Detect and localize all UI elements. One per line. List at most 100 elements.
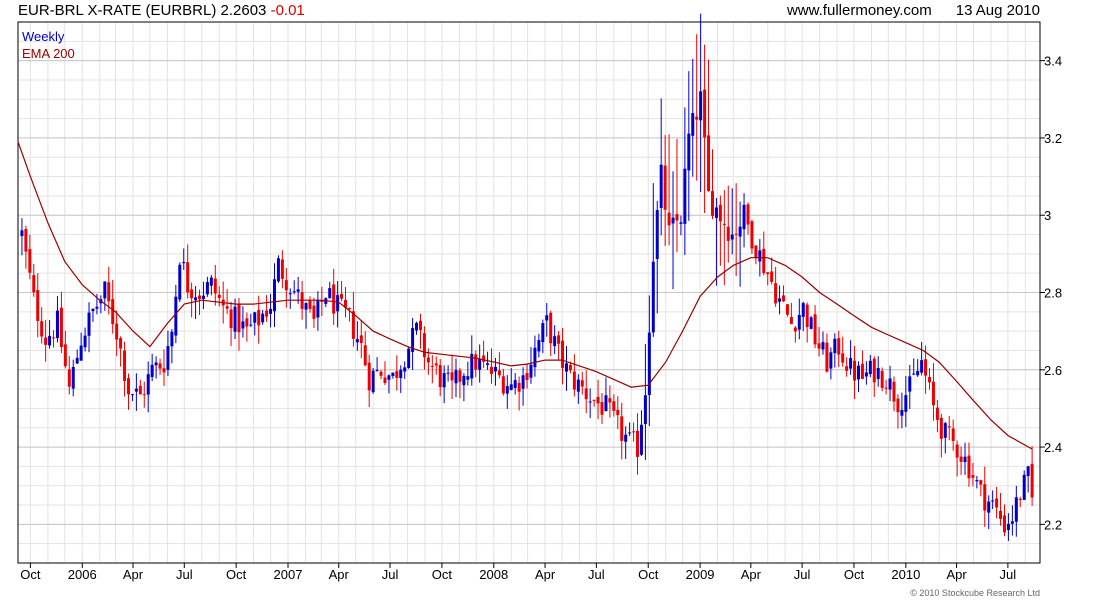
candle-body <box>928 377 932 383</box>
candle-body <box>967 455 971 479</box>
candle-body <box>632 431 636 433</box>
candle-body <box>782 295 786 302</box>
candle-body <box>829 352 833 369</box>
candle-body <box>924 359 928 376</box>
legend-ema: EMA 200 <box>22 46 75 61</box>
candle-body <box>44 337 48 345</box>
candle-body <box>395 371 399 378</box>
candle-body <box>868 360 872 375</box>
candle-body <box>509 384 513 390</box>
candle-body <box>237 303 241 333</box>
candle-body <box>241 321 245 329</box>
candle-body <box>505 386 509 394</box>
candle-body <box>134 388 138 392</box>
candle-body <box>272 279 276 312</box>
candle-body <box>801 303 805 317</box>
candle-body <box>403 367 407 372</box>
candle-body <box>288 293 292 295</box>
candle-body <box>864 372 868 377</box>
x-tick-label: 2006 <box>68 567 97 582</box>
candle-body <box>209 277 213 286</box>
candle-body <box>908 376 912 392</box>
candle-body <box>442 373 446 388</box>
candle-body <box>20 230 24 237</box>
candle-body <box>951 428 955 441</box>
candle-body <box>347 308 351 310</box>
candle-body <box>959 456 963 462</box>
candle-body <box>521 375 525 389</box>
candle-body <box>604 395 608 412</box>
candle-body <box>975 479 979 482</box>
candle-body <box>399 369 403 379</box>
candle-body <box>576 379 580 392</box>
candle-body <box>596 396 600 404</box>
candle-body <box>178 264 182 300</box>
candle-body <box>817 343 821 349</box>
candle-body <box>217 294 221 299</box>
x-tick-label: 2009 <box>686 567 715 582</box>
candle-body <box>422 333 426 358</box>
candle-body <box>391 372 395 377</box>
candle-body <box>201 295 205 299</box>
y-tick-label: 2.8 <box>1044 286 1062 301</box>
candle-body <box>931 381 935 406</box>
candle-body <box>707 135 711 191</box>
candle-body <box>703 89 707 138</box>
candle-body <box>162 368 166 373</box>
candle-body <box>856 365 860 380</box>
candle-body <box>111 299 115 325</box>
candle-body <box>612 401 616 411</box>
candle-body <box>71 366 75 389</box>
candle-body <box>628 432 632 434</box>
candle-body <box>995 498 999 508</box>
candle-body <box>714 207 718 218</box>
candle-body <box>280 259 284 279</box>
candle-body <box>501 376 505 394</box>
y-tick-label: 3 <box>1044 208 1051 223</box>
candle-body <box>659 164 663 208</box>
candle-body <box>95 306 99 309</box>
candle-body <box>1014 497 1018 522</box>
candle-body <box>257 309 261 326</box>
candle-body <box>860 363 864 379</box>
candle-body <box>746 204 750 225</box>
candle-body <box>513 380 517 388</box>
candle-body <box>1018 498 1022 500</box>
candle-body <box>778 298 782 302</box>
candle-body <box>379 371 383 376</box>
candle-body <box>892 381 896 402</box>
candle-body <box>572 371 576 390</box>
candle-body <box>837 338 841 355</box>
candle-body <box>916 370 920 376</box>
candle-body <box>912 373 916 375</box>
candle-body <box>430 365 434 367</box>
candle-body <box>497 370 501 376</box>
x-tick-label: Apr <box>329 567 350 582</box>
candle-body <box>265 310 269 317</box>
candle-body <box>103 281 107 299</box>
y-tick-label: 3.4 <box>1044 54 1062 69</box>
candle-body <box>884 387 888 389</box>
candle-body <box>205 282 209 295</box>
candle-body <box>332 284 336 314</box>
candle-body <box>955 444 959 458</box>
candle-body <box>1026 466 1030 477</box>
candle-body <box>770 271 774 282</box>
candle-body <box>557 335 561 344</box>
candle-body <box>722 223 726 225</box>
candle-body <box>474 354 478 370</box>
candle-body <box>639 424 643 455</box>
candle-body <box>805 304 809 328</box>
candle-body <box>426 357 430 363</box>
candle-body <box>48 335 52 346</box>
x-tick-label: Oct <box>432 567 453 582</box>
candle-body <box>549 312 553 344</box>
candle-body <box>580 380 584 387</box>
candle-body <box>383 377 387 384</box>
candle-body <box>261 313 265 323</box>
candle-body <box>1030 463 1034 498</box>
candle-body <box>434 363 438 366</box>
candle-body <box>387 375 391 380</box>
candle-body <box>616 409 620 416</box>
candle-body <box>316 300 320 318</box>
